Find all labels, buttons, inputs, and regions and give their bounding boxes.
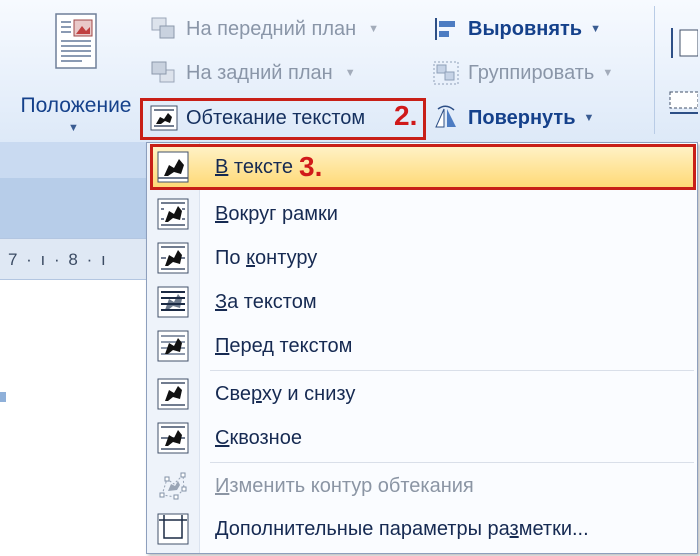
menu-item-label-rest: квозное bbox=[229, 426, 302, 449]
size-height-icon[interactable] bbox=[668, 26, 698, 60]
document-page bbox=[0, 282, 146, 556]
menu-item-label-hotkey: З bbox=[215, 290, 228, 313]
page-position-icon bbox=[55, 13, 97, 69]
bring-forward-button[interactable]: На передний план ▼ bbox=[150, 14, 379, 44]
bring-forward-label: На передний план bbox=[186, 17, 357, 40]
menu-item-edit-wrap-points[interactable]: Изменить контур обтекания bbox=[150, 465, 694, 507]
align-button[interactable]: Выровнять ▼ bbox=[432, 14, 601, 44]
rotate-icon bbox=[435, 105, 456, 128]
ribbon-divider bbox=[654, 6, 655, 134]
menu-item-label-rest: ху и снизу bbox=[261, 382, 356, 405]
menu-item-tight[interactable]: По контуру bbox=[150, 237, 694, 279]
menu-item-highlight bbox=[150, 144, 696, 190]
menu-item-behind[interactable]: За текстом bbox=[150, 281, 694, 323]
edit-wrap-points-icon bbox=[159, 472, 187, 500]
menu-item-label-hotkey: р bbox=[250, 382, 262, 405]
ribbon-group-footer bbox=[0, 142, 146, 178]
menu-item-top-bottom[interactable]: Сверху и снизу bbox=[150, 373, 694, 415]
menu-item-label-pre: Све bbox=[215, 382, 251, 405]
text-wrapping-label: Обтекание текстом bbox=[186, 106, 366, 129]
menu-item-square[interactable]: Вокруг рамки bbox=[150, 193, 694, 235]
menu-item-label-pre: По bbox=[215, 246, 247, 269]
send-backward-button[interactable]: На задний план ▼ bbox=[150, 58, 356, 88]
menu-item-label: Сверху и снизу bbox=[215, 383, 355, 406]
document-toolbar-area bbox=[0, 178, 146, 238]
chevron-down-icon: ▼ bbox=[344, 67, 356, 79]
wrap-front-icon bbox=[157, 330, 189, 362]
menu-item-label-rest: зменить контур обтекания bbox=[229, 474, 474, 497]
menu-item-label-hotkey: з bbox=[509, 517, 519, 540]
menu-item-label-hotkey: В bbox=[215, 202, 229, 225]
step-2-marker: 2. bbox=[394, 100, 418, 131]
menu-separator bbox=[210, 462, 694, 463]
position-button[interactable]: Положение ▼ bbox=[6, 6, 136, 136]
menu-item-label-hotkey: к bbox=[246, 246, 256, 269]
menu-item-label: Изменить контур обтекания bbox=[215, 475, 474, 498]
menu-item-label: Вокруг рамки bbox=[215, 203, 338, 226]
menu-item-label-rest: округ рамки bbox=[228, 202, 338, 225]
menu-item-label-hotkey: П bbox=[215, 334, 230, 357]
menu-item-label-pre: Дополнительные параметры ра bbox=[215, 517, 510, 540]
menu-separator bbox=[210, 370, 694, 371]
menu-item-label: Перед текстом bbox=[215, 335, 352, 358]
align-icon bbox=[435, 18, 455, 40]
group-button[interactable]: Группировать ▼ bbox=[432, 58, 613, 88]
chevron-down-icon: ▼ bbox=[590, 23, 601, 35]
menu-item-label: Дополнительные параметры разметки... bbox=[215, 518, 589, 541]
text-wrap-icon bbox=[150, 105, 178, 131]
menu-item-label-rest: онтуру bbox=[255, 246, 318, 269]
bring-forward-icon bbox=[151, 17, 175, 39]
wrap-top-bottom-icon bbox=[157, 378, 189, 410]
text-wrapping-button[interactable]: Обтекание текстом bbox=[150, 103, 365, 133]
chevron-down-icon: ▼ bbox=[368, 23, 380, 35]
size-width-icon[interactable] bbox=[668, 90, 698, 116]
wrap-behind-icon bbox=[157, 286, 189, 318]
chevron-down-icon: ▼ bbox=[583, 112, 595, 124]
position-label: Положение bbox=[20, 94, 132, 117]
send-backward-icon bbox=[151, 61, 175, 83]
wrap-through-icon bbox=[157, 422, 189, 454]
chevron-down-icon: ▼ bbox=[68, 122, 79, 134]
menu-item-label-rest: еред текстом bbox=[229, 334, 353, 357]
send-backward-label: На задний план bbox=[186, 61, 333, 84]
menu-item-label: За текстом bbox=[215, 291, 317, 314]
menu-item-label: По контуру bbox=[215, 247, 317, 270]
wrap-square-icon bbox=[157, 198, 189, 230]
horizontal-ruler: 7 · ı · 8 · ı bbox=[0, 238, 146, 280]
more-layout-options-icon bbox=[157, 513, 189, 545]
selection-handle[interactable] bbox=[0, 392, 6, 402]
menu-item-more-layout-options[interactable]: Дополнительные параметры разметки... bbox=[150, 508, 694, 550]
align-label: Выровнять bbox=[468, 17, 583, 40]
menu-item-label-rest: метки... bbox=[518, 517, 589, 540]
group-label: Группировать bbox=[468, 61, 595, 84]
menu-item-label: Сквозное bbox=[215, 427, 302, 450]
menu-item-through[interactable]: Сквозное bbox=[150, 417, 694, 459]
wrap-tight-icon bbox=[157, 242, 189, 274]
rotate-button[interactable]: Повернуть ▼ bbox=[432, 103, 594, 133]
menu-item-label-hotkey: И bbox=[215, 474, 230, 497]
rotate-label: Повернуть bbox=[468, 106, 576, 129]
group-icon bbox=[433, 61, 459, 85]
chevron-down-icon: ▼ bbox=[602, 67, 614, 79]
menu-item-label-hotkey: С bbox=[215, 426, 230, 449]
menu-item-in-front[interactable]: Перед текстом bbox=[150, 325, 694, 367]
menu-item-label-rest: а текстом bbox=[227, 290, 317, 313]
